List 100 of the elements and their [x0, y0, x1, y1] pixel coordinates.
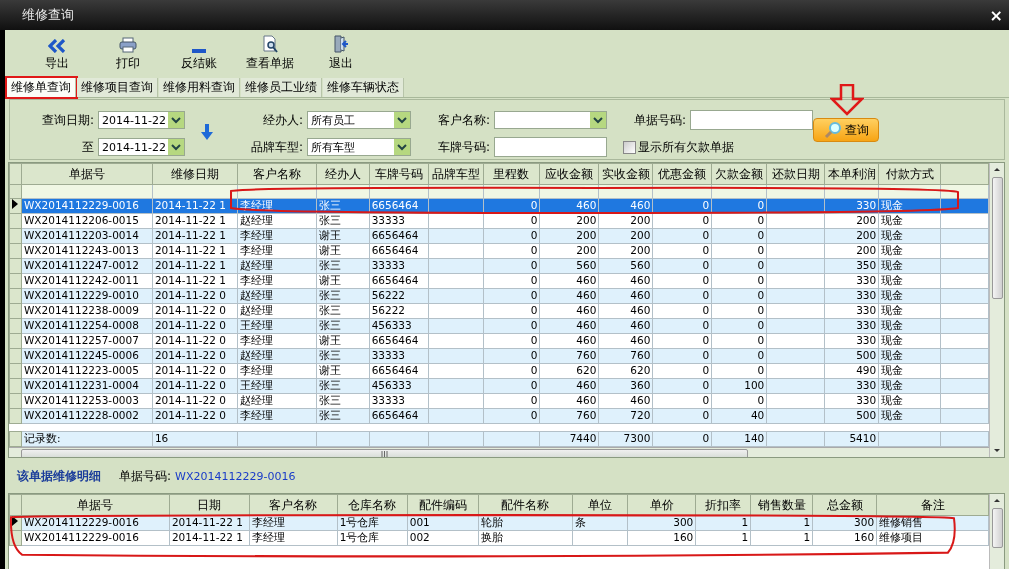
- checkbox[interactable]: [623, 140, 636, 154]
- table-cell: WX2014112245-0006: [23, 349, 139, 361]
- table-cell: 6656464: [371, 364, 419, 376]
- table-row[interactable]: WX2014112206-0015 2014-11-22 1 赵经理 张三 33333 0 200 200 0 0 200 现金: [9, 213, 989, 229]
- table-cell: WX2014112229-0016: [24, 531, 139, 543]
- table-row[interactable]: WX2014112229-0016 2014-11-22 1 李经理 1号仓库 001 轮胎 条 300 1 1 300 维修销售: [9, 515, 989, 531]
- tab[interactable]: 维修用料查询: [159, 78, 240, 97]
- plate-number-field[interactable]: [494, 137, 607, 157]
- table-cell: 0: [530, 259, 538, 271]
- table-row[interactable]: WX2014112257-0007 2014-11-22 0 李经理 谢王 6656464 0 460 460 0 0 330 现金: [9, 333, 989, 349]
- table-row[interactable]: WX2014112247-0012 2014-11-22 1 赵经理 张三 33333 0 560 560 0 0 350 现金: [9, 258, 989, 274]
- date-dropdown[interactable]: 2014-11-22: [98, 138, 185, 156]
- table-cell: 100: [744, 379, 765, 391]
- toolbar-button[interactable]: 查看单据: [234, 35, 305, 72]
- table-row[interactable]: WX2014112229-0016 2014-11-22 1 李经理 1号仓库 002 换胎 160 1 1 160 维修项目: [9, 530, 989, 546]
- table-cell: 456333: [371, 319, 412, 331]
- tab[interactable]: 维修员工业绩: [241, 78, 322, 97]
- table-cell: 2014-11-22 1: [154, 229, 226, 241]
- table-cell: 200: [630, 244, 651, 256]
- column-header[interactable]: 欠款金额: [711, 163, 767, 185]
- query-button[interactable]: 查询: [813, 118, 879, 142]
- table-row[interactable]: WX2014112245-0006 2014-11-22 0 赵经理 张三 33333 0 760 760 0 0 500 现金: [9, 348, 989, 364]
- toolbar-button[interactable]: 导出: [21, 39, 92, 72]
- column-header[interactable]: 销售数量: [750, 494, 813, 516]
- table-row[interactable]: WX2014112253-0003 2014-11-22 0 赵经理 张三 33333 0 460 460 0 0 330 现金: [9, 393, 989, 409]
- column-header[interactable]: 客户名称: [237, 163, 317, 185]
- date-dropdown[interactable]: 2014-11-22: [98, 111, 185, 129]
- scrollbar-thumb[interactable]: [991, 177, 1003, 299]
- table-cell: 0: [757, 364, 765, 376]
- table-row[interactable]: WX2014112228-0002 2014-11-22 0 李经理 张三 6656464 0 760 720 0 40 500 现金: [9, 408, 989, 424]
- tab[interactable]: 维修单查询: [7, 78, 76, 97]
- table-cell: 李经理: [239, 199, 273, 211]
- column-header[interactable]: 应收金额: [539, 163, 599, 185]
- horizontal-scrollbar[interactable]: [9, 447, 989, 457]
- column-header[interactable]: 车牌号码: [369, 163, 429, 185]
- table-row[interactable]: WX2014112242-0011 2014-11-22 1 李经理 谢王 6656464 0 460 460 0 0 330 现金: [9, 273, 989, 289]
- table-cell: 330: [856, 379, 877, 391]
- table-row[interactable]: WX2014112238-0009 2014-11-22 0 赵经理 张三 56222 0 460 460 0 0 330 现金: [9, 303, 989, 319]
- close-button[interactable]: ×: [987, 5, 1005, 25]
- table-cell: 0: [530, 199, 538, 211]
- column-header[interactable]: 备注: [876, 494, 989, 516]
- toolbar-button[interactable]: 反结账: [163, 49, 234, 72]
- column-header[interactable]: 还款日期: [766, 163, 825, 185]
- table-cell: 李经理: [251, 516, 285, 528]
- column-header[interactable]: 实收金额: [598, 163, 653, 185]
- table-cell: 现金: [881, 349, 904, 361]
- table-cell: 001: [409, 516, 430, 528]
- column-header[interactable]: 经办人: [316, 163, 370, 185]
- tab[interactable]: 维修项目查询: [77, 78, 158, 97]
- table-row[interactable]: WX2014112243-0013 2014-11-22 1 李经理 谢王 6656464 0 200 200 0 0 200 现金: [9, 243, 989, 259]
- table-cell: 换胎: [480, 531, 503, 543]
- table-cell: 张三: [318, 379, 341, 391]
- column-header[interactable]: 优惠金额: [652, 163, 712, 185]
- table-cell: 0: [530, 289, 538, 301]
- table-cell: 2014-11-22 1: [154, 259, 226, 271]
- table-row[interactable]: WX2014112229-0010 2014-11-22 0 赵经理 张三 56222 0 460 460 0 0 330 现金: [9, 288, 989, 304]
- column-header[interactable]: 总金额: [812, 494, 877, 516]
- employee-dropdown[interactable]: 所有员工: [307, 111, 411, 129]
- table-cell: 0: [757, 289, 765, 301]
- bill-number-field[interactable]: [690, 110, 813, 130]
- arrears-checkbox[interactable]: 显示所有欠款单据: [623, 138, 734, 156]
- table-cell: 赵经理: [239, 394, 273, 406]
- scrollbar-thumb[interactable]: [991, 508, 1003, 548]
- field-label: 客户名称:: [436, 111, 491, 129]
- table-row[interactable]: WX2014112254-0008 2014-11-22 0 王经理 张三 456333 0 460 460 0 0 330 现金: [9, 318, 989, 334]
- table-cell: WX2014112254-0008: [23, 319, 139, 331]
- table-cell: 张三: [318, 304, 341, 316]
- vertical-scrollbar[interactable]: [989, 163, 1004, 457]
- toolbar-button[interactable]: 打印: [92, 37, 163, 72]
- chevron-down-icon: [168, 112, 184, 128]
- table-cell: 2014-11-22 1: [171, 516, 243, 528]
- table-row[interactable]: WX2014112231-0004 2014-11-22 0 王经理 张三 456333 0 460 360 0 100 330 现金: [9, 378, 989, 394]
- column-header[interactable]: 付款方式: [878, 163, 941, 185]
- column-header[interactable]: 单据号: [21, 494, 170, 516]
- toolbar-button[interactable]: 退出: [305, 35, 376, 72]
- table-cell: 现金: [881, 229, 904, 241]
- table-row[interactable]: WX2014112223-0005 2014-11-22 0 李经理 谢王 6656464 0 620 620 0 0 490 现金: [9, 363, 989, 379]
- table-cell: 6656464: [371, 334, 419, 346]
- vertical-scrollbar[interactable]: [989, 494, 1004, 569]
- table-cell: 6656464: [371, 229, 419, 241]
- table-cell: 条: [574, 516, 586, 528]
- chevron-down-icon: [168, 139, 184, 155]
- table-cell: 0: [702, 229, 710, 241]
- column-header[interactable]: 本单利润: [824, 163, 879, 185]
- table-cell: WX2014112253-0003: [23, 394, 139, 406]
- car-model-dropdown[interactable]: 所有车型: [307, 138, 411, 156]
- table-cell: 现金: [881, 409, 904, 421]
- column-header[interactable]: 里程数: [483, 163, 540, 185]
- table-cell: 0: [757, 394, 765, 406]
- column-header[interactable]: 维修日期: [152, 163, 238, 185]
- customer-dropdown[interactable]: [494, 111, 607, 129]
- table-row[interactable]: WX2014112229-0016 2014-11-22 1 李经理 张三 6656464 0 460 460 0 0 330 现金: [9, 198, 989, 214]
- tab[interactable]: 维修车辆状态: [323, 78, 404, 97]
- table-cell: 现金: [881, 319, 904, 331]
- table-cell: 002: [409, 531, 430, 543]
- table-row[interactable]: WX2014112203-0014 2014-11-22 1 李经理 谢王 6656464 0 200 200 0 0 200 现金: [9, 228, 989, 244]
- chevron-down-icon: [394, 139, 410, 155]
- column-header[interactable]: 单据号: [21, 163, 153, 185]
- table-cell: 张三: [318, 289, 341, 301]
- column-header[interactable]: 品牌车型: [428, 163, 484, 185]
